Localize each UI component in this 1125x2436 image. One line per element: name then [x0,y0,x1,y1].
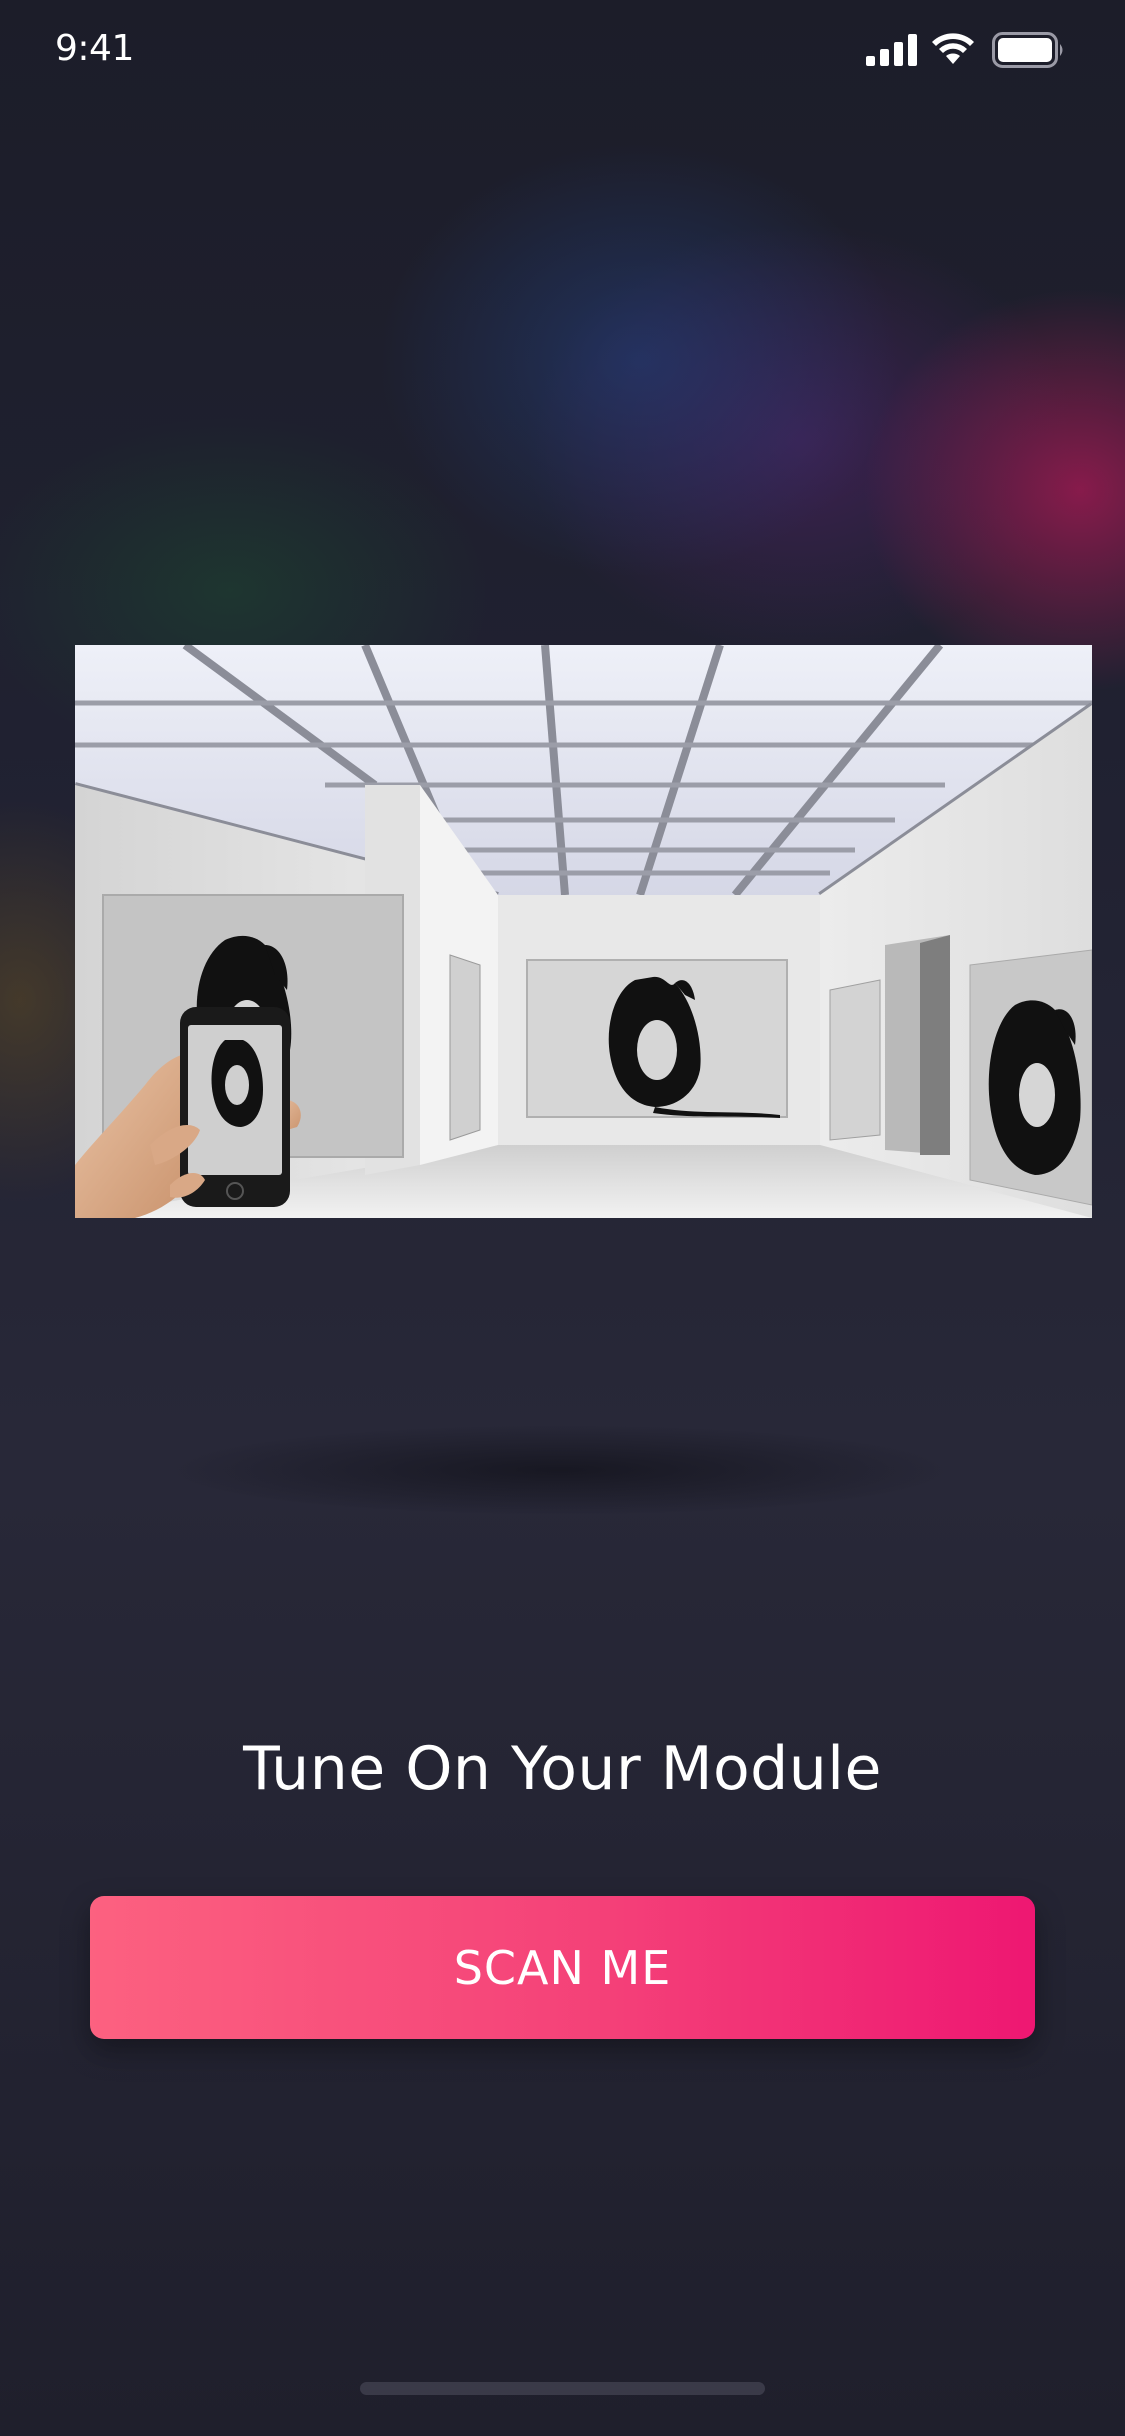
battery-icon [992,32,1066,72]
screen: 9:41 Tune On Your Module SCAN ME [0,0,1125,2436]
home-indicator[interactable] [360,2382,765,2395]
status-time: 9:41 [55,28,134,69]
page-title: Tune On Your Module [243,1734,882,1804]
signal-icon [866,34,918,70]
scan-me-button[interactable]: SCAN ME [90,1896,1035,2039]
gallery-scan-illustration [75,645,1092,1218]
wifi-icon [930,30,976,70]
status-bar: 9:41 [0,0,1125,100]
